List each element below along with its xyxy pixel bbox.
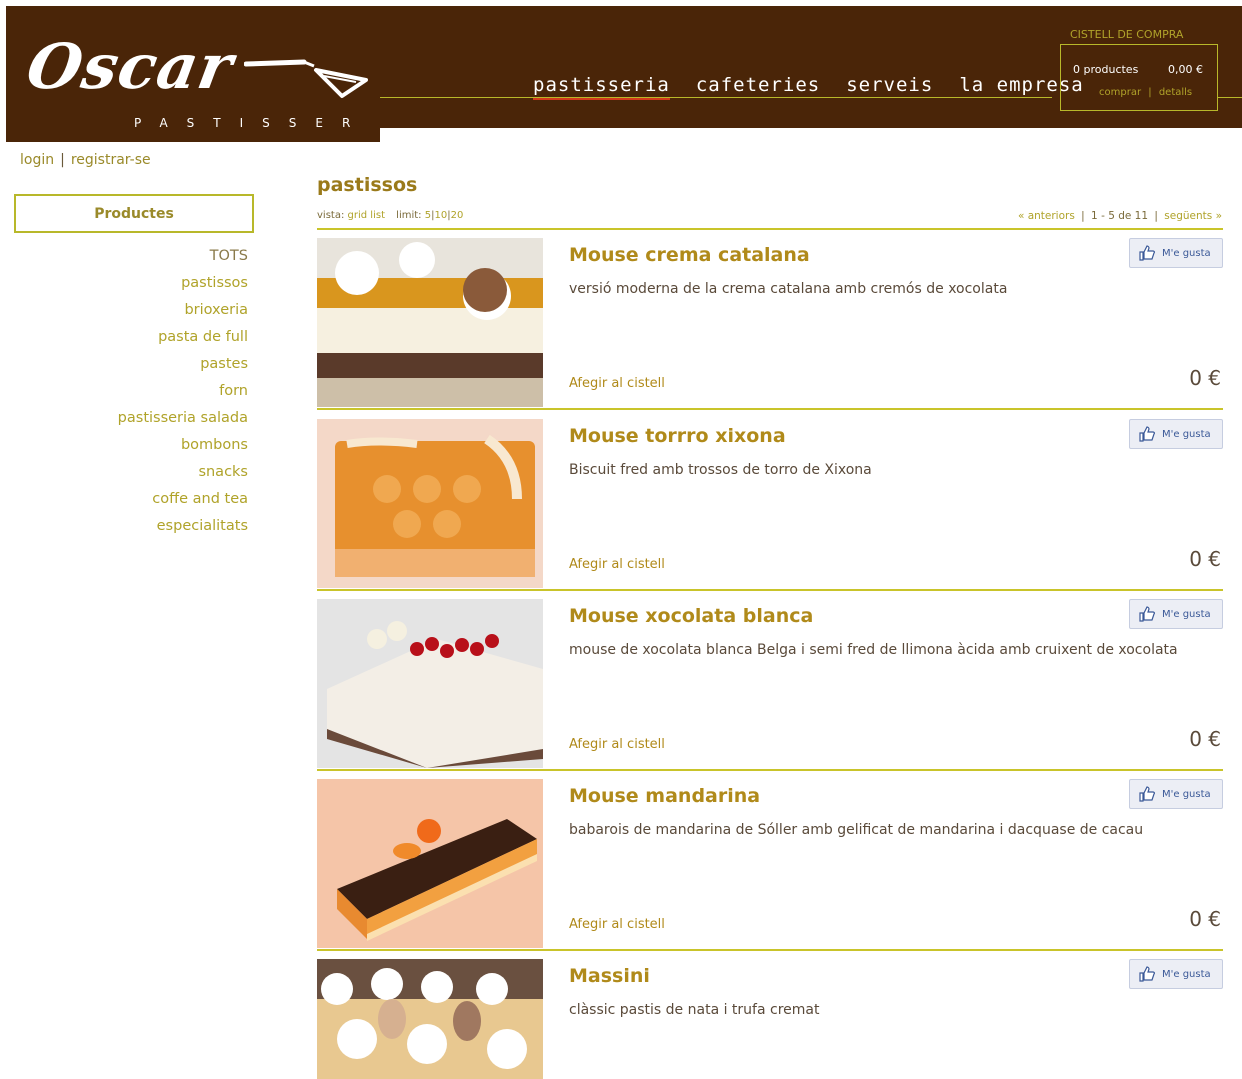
like-label: M'e gusta (1162, 247, 1211, 259)
sidebar-item-pasta-de-full[interactable]: pasta de full (40, 324, 248, 351)
product-name[interactable]: Mouse torrro xixona (569, 425, 786, 447)
thumbs-up-icon (1139, 786, 1156, 802)
sidebar-item-pastisseria-salada[interactable]: pastisseria salada (40, 405, 248, 432)
product-price: 0 € (1189, 547, 1221, 571)
page-title: pastissos (317, 174, 418, 196)
product-item: Massini clàssic pastis de nata i trufa c… (317, 951, 1223, 1079)
cart-links: comprar | detalls (1099, 87, 1192, 98)
sidebar-item-forn[interactable]: forn (40, 378, 248, 405)
product-description: Biscuit fred amb trossos de torro de Xix… (569, 462, 872, 478)
sidebar-heading-productes[interactable]: Productes (14, 194, 254, 233)
like-button[interactable]: M'e gusta (1129, 419, 1223, 449)
product-description: versió moderna de la crema catalana amb … (569, 281, 1008, 297)
product-price: 0 € (1189, 366, 1221, 390)
product-description: clàssic pastis de nata i trufa cremat (569, 1002, 820, 1018)
auth-divider: | (60, 152, 65, 168)
logo-script-text: Oscar (21, 30, 239, 103)
sidebar-item-snacks[interactable]: snacks (40, 459, 248, 486)
pagination-range: 1 - 5 de 11 (1091, 210, 1149, 222)
nav-divider-right (1218, 97, 1242, 98)
pagination-next[interactable]: següents » (1164, 210, 1222, 222)
logo[interactable]: Oscar PASTISSER (6, 6, 380, 142)
product-description: mouse de xocolata blanca Belga i semi fr… (569, 642, 1178, 658)
like-label: M'e gusta (1162, 968, 1211, 980)
thumbs-up-icon (1139, 426, 1156, 442)
glass-icon (244, 59, 368, 98)
sidebar-category-list: TOTS pastissos brioxeria pasta de full p… (40, 243, 248, 540)
limit-20-link[interactable]: 20 (451, 210, 464, 221)
product-image[interactable] (317, 599, 543, 768)
like-button[interactable]: M'e gusta (1129, 238, 1223, 268)
product-name[interactable]: Mouse crema catalana (569, 244, 810, 266)
cart-buy-link[interactable]: comprar (1099, 87, 1141, 98)
sidebar-item-tots[interactable]: TOTS (40, 243, 248, 270)
product-image[interactable] (317, 238, 543, 407)
thumbs-up-icon (1139, 606, 1156, 622)
limit-10-link[interactable]: 10 (434, 210, 447, 221)
product-name[interactable]: Massini (569, 965, 650, 987)
like-label: M'e gusta (1162, 608, 1211, 620)
cart-link-divider: | (1148, 87, 1152, 98)
product-item: Mouse torrro xixona Biscuit fred amb tro… (317, 411, 1223, 591)
product-name[interactable]: Mouse xocolata blanca (569, 605, 813, 627)
pagination-divider: | (1081, 210, 1085, 222)
product-description: babarois de mandarina de Sóller amb geli… (569, 822, 1144, 838)
add-to-cart-link[interactable]: Afegir al cistell (569, 917, 665, 932)
nav-item-cafeteries[interactable]: cafeteries (696, 74, 820, 100)
product-image[interactable] (317, 779, 543, 948)
sidebar-item-coffe-and-tea[interactable]: coffe and tea (40, 486, 248, 513)
product-name[interactable]: Mouse mandarina (569, 785, 760, 807)
product-item: Mouse crema catalana versió moderna de l… (317, 230, 1223, 410)
product-price: 0 € (1189, 727, 1221, 751)
cart-details-link[interactable]: detalls (1159, 87, 1192, 98)
product-item: Mouse xocolata blanca mouse de xocolata … (317, 591, 1223, 771)
product-image[interactable] (317, 419, 543, 588)
thumbs-up-icon (1139, 245, 1156, 261)
like-button[interactable]: M'e gusta (1129, 599, 1223, 629)
nav-item-serveis[interactable]: serveis (846, 74, 933, 100)
product-image[interactable] (317, 959, 543, 1079)
add-to-cart-link[interactable]: Afegir al cistell (569, 737, 665, 752)
limit-label: limit: (396, 210, 422, 221)
cart-box: 0 productes 0,00 € comprar | detalls (1060, 44, 1218, 111)
main-nav: pastisseria cafeteries serveis la empres… (533, 74, 1084, 100)
sidebar-item-pastissos[interactable]: pastissos (40, 270, 248, 297)
add-to-cart-link[interactable]: Afegir al cistell (569, 557, 665, 572)
view-grid-link[interactable]: grid (348, 210, 368, 221)
cart-count: 0 productes (1073, 63, 1139, 76)
view-list-link[interactable]: list (370, 210, 385, 221)
view-controls: vista: grid list limit: 5|10|20 (317, 210, 463, 221)
view-label: vista: (317, 210, 345, 221)
login-link[interactable]: login (20, 152, 54, 168)
product-divider (317, 408, 1223, 410)
register-link[interactable]: registrar-se (71, 152, 151, 168)
nav-item-pastisseria[interactable]: pastisseria (533, 74, 670, 100)
auth-links: login | registrar-se (20, 152, 151, 168)
pagination: « anteriors | 1 - 5 de 11 | següents » (1018, 210, 1222, 222)
sidebar-item-brioxeria[interactable]: brioxeria (40, 297, 248, 324)
sidebar-item-bombons[interactable]: bombons (40, 432, 248, 459)
like-button[interactable]: M'e gusta (1129, 779, 1223, 809)
like-label: M'e gusta (1162, 428, 1211, 440)
cart-title: CISTELL DE COMPRA (1070, 28, 1184, 41)
cart-total: 0,00 € (1168, 63, 1203, 76)
pagination-divider: | (1154, 210, 1158, 222)
like-label: M'e gusta (1162, 788, 1211, 800)
pagination-prev[interactable]: « anteriors (1018, 210, 1075, 222)
product-price: 0 € (1189, 907, 1221, 931)
product-item: Mouse mandarina babarois de mandarina de… (317, 771, 1223, 951)
logo-subtitle: PASTISSER (134, 116, 370, 130)
sidebar-item-pastes[interactable]: pastes (40, 351, 248, 378)
sidebar-item-especialitats[interactable]: especialitats (40, 513, 248, 540)
like-button[interactable]: M'e gusta (1129, 959, 1223, 989)
thumbs-up-icon (1139, 966, 1156, 982)
add-to-cart-link[interactable]: Afegir al cistell (569, 376, 665, 391)
